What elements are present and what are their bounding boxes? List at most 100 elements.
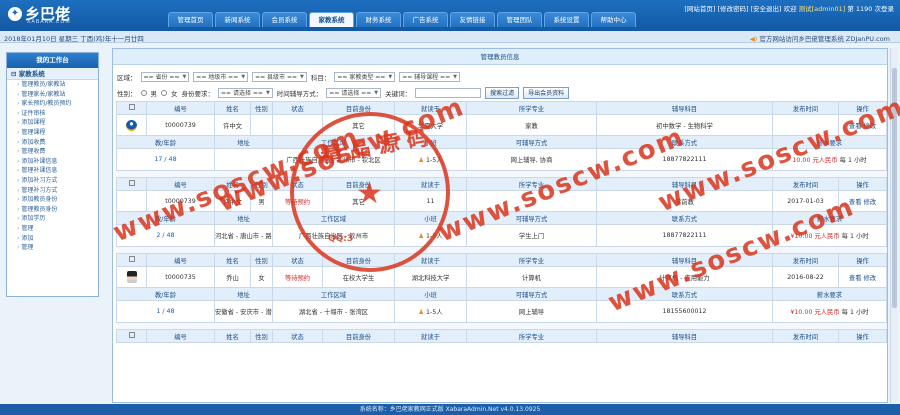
nav-finance[interactable]: 财务系统	[356, 12, 401, 27]
current-date: 2018年01月10日 星期三 丁酉(鸡)年十一月廿四	[4, 35, 144, 43]
course-select[interactable]: == 辅导课程 == ▼	[399, 72, 460, 82]
logo-subtitle: XABARA.COM	[27, 19, 71, 25]
keyword-input[interactable]	[415, 88, 482, 98]
checkbox[interactable]	[128, 104, 135, 110]
row-gender	[250, 114, 273, 136]
nav-members[interactable]: 会员系统	[262, 12, 307, 27]
province-value: == 省份 ==	[143, 73, 180, 81]
sidebar-item[interactable]: 添加教员身份	[7, 195, 98, 205]
sidebar-item[interactable]: 管理补习方式	[7, 186, 98, 196]
col-subject: 辅导科目	[596, 101, 773, 115]
chevron-down-icon: ▼	[300, 73, 304, 80]
nav-links[interactable]: 友情链接	[450, 12, 495, 27]
search-filter-button[interactable]: 搜索过滤	[485, 87, 520, 99]
nav-admin-home[interactable]: 管理首页	[168, 12, 213, 27]
checkbox[interactable]	[128, 256, 135, 262]
sidebar-group-tutoring[interactable]: ⊟ 家教系统	[7, 68, 98, 80]
select-cell[interactable]	[116, 177, 147, 191]
row-major	[466, 190, 597, 212]
sidebar-item[interactable]: 管理家长/家教站	[7, 90, 98, 100]
col-date: 发布时间	[772, 329, 839, 343]
col-id: 编号	[146, 329, 215, 343]
checkbox[interactable]	[128, 180, 135, 186]
qq-penguin-icon	[126, 119, 137, 131]
table-header: 编号 姓名 性别 状态 目前身份 就读于 所学专业 辅导科目 发布时间 操作	[116, 329, 887, 343]
change-password-link[interactable]: [修改密码]	[717, 3, 748, 13]
sidebar-item[interactable]: 管理补课信息	[7, 166, 98, 176]
sidebar: 我的工作台 ⊟ 家教系统 管理教员/家教站 管理家长/家教站 家长预约/教员预约…	[6, 52, 99, 297]
checkbox[interactable]	[128, 332, 135, 338]
view-link[interactable]: 查看	[849, 123, 862, 130]
sidebar-item[interactable]: 添加补课信息	[7, 157, 98, 167]
sidebar-item[interactable]: 管理收费	[7, 147, 98, 157]
select-all[interactable]	[116, 101, 147, 115]
chevron-down-icon: ▼	[241, 73, 246, 80]
edit-link[interactable]: 修改	[864, 275, 877, 282]
row-subject: 学前教	[596, 190, 773, 212]
col-school: 就读于	[394, 253, 467, 267]
row-major: 家教	[466, 114, 597, 136]
sidebar-item[interactable]: 管理	[7, 243, 98, 253]
small-class-value: 1-5人	[426, 309, 443, 316]
nav-ads[interactable]: 广告系统	[403, 12, 448, 27]
edit-link[interactable]: 修改	[864, 123, 877, 130]
sidebar-item[interactable]: 管理课程	[7, 128, 98, 138]
edit-link[interactable]: 修改	[864, 199, 877, 206]
time-select[interactable]: == 请选择 == ▼	[326, 88, 382, 98]
row-gap	[116, 246, 887, 254]
county-select[interactable]: == 县级市 == ▼	[252, 72, 307, 82]
city-select[interactable]: == 地级市 == ▼	[193, 72, 249, 82]
sidebar-item[interactable]: 管理教员/家教站	[7, 80, 98, 90]
row-small-class: ♟ 1-5人	[394, 300, 467, 323]
sidebar-item[interactable]: 添加学历	[7, 214, 98, 224]
sidebar-item[interactable]: 家长预约/教员预约	[7, 99, 98, 109]
female-label: 女	[171, 90, 178, 98]
col-id: 编号	[146, 101, 215, 115]
male-radio[interactable]	[140, 90, 147, 96]
row-avatar	[116, 266, 147, 288]
nav-settings[interactable]: 系统设置	[544, 12, 589, 27]
logout-link[interactable]: [安全退出]	[751, 3, 782, 13]
notice-link[interactable]: ◀) 官方网站访问乡巴佬管理系统 ZDJanPU.com	[750, 33, 890, 43]
nav-news[interactable]: 新闻系统	[215, 12, 260, 27]
speaker-icon: ◀)	[749, 35, 758, 43]
logo-icon: ✦	[8, 6, 22, 21]
col-major: 所学专业	[466, 253, 597, 267]
col-address: 地址	[214, 211, 273, 225]
female-radio[interactable]	[161, 90, 167, 96]
sidebar-item[interactable]: 添加课程	[7, 118, 98, 128]
sidebar-item[interactable]: 添加收费	[7, 138, 98, 148]
row-avatar	[116, 190, 147, 212]
sidebar-item[interactable]: 添加补习方式	[7, 176, 98, 186]
sidebar-item[interactable]: 管理	[7, 224, 98, 234]
select-cell[interactable]	[116, 253, 147, 267]
col-gender: 性别	[250, 177, 273, 191]
teach-type-select[interactable]: == 家教类型 == ▼	[334, 72, 396, 82]
user-photo	[126, 271, 137, 283]
nav-tutoring[interactable]: 家教系统	[309, 12, 354, 27]
table-header: 编号 姓名 性别 状态 目前身份 就读于 所学专业 辅导科目 发布时间 操作	[116, 177, 887, 191]
scroll-thumb[interactable]	[892, 68, 897, 308]
sidebar-item[interactable]: 证件审核	[7, 109, 98, 119]
nav-help[interactable]: 帮助中心	[591, 12, 636, 27]
col-contact: 联系方式	[596, 135, 773, 149]
date-bar: 2018年01月10日 星期三 丁酉(鸡)年十一月廿四 ◀) 官方网站访问乡巴佬…	[0, 31, 900, 43]
identity-select[interactable]: == 请选择 == ▼	[218, 88, 273, 98]
province-select[interactable]: == 省份 == ▼	[140, 72, 190, 82]
table-row-detail: 2 / 48 河北省 - 唐山市 - 路南区 22 广西壮族自治区 - 钦州市 …	[116, 224, 887, 247]
page-title: 管理教员信息	[113, 49, 887, 65]
site-home-link[interactable]: [网站首页]	[684, 3, 715, 13]
row-gender: 女	[250, 266, 273, 288]
sidebar-item[interactable]: 添加	[7, 234, 98, 244]
page-scrollbar[interactable]	[890, 48, 897, 403]
table-subheader: 教/年龄 地址 工作区域 小班 可辅导方式 联系方式 薪水要求	[116, 135, 887, 149]
welcome-text: 欢迎	[783, 5, 797, 13]
view-link[interactable]: 查看	[849, 199, 862, 206]
nav-team[interactable]: 管理团队	[497, 12, 542, 27]
sidebar-item[interactable]: 管理教员身份	[7, 205, 98, 215]
view-link[interactable]: 查看	[849, 275, 862, 282]
select-cell[interactable]	[116, 329, 147, 343]
col-status: 状态	[272, 101, 323, 115]
county-value: == 县级市 ==	[255, 73, 298, 81]
export-button[interactable]: 导出会员资料	[523, 87, 570, 99]
